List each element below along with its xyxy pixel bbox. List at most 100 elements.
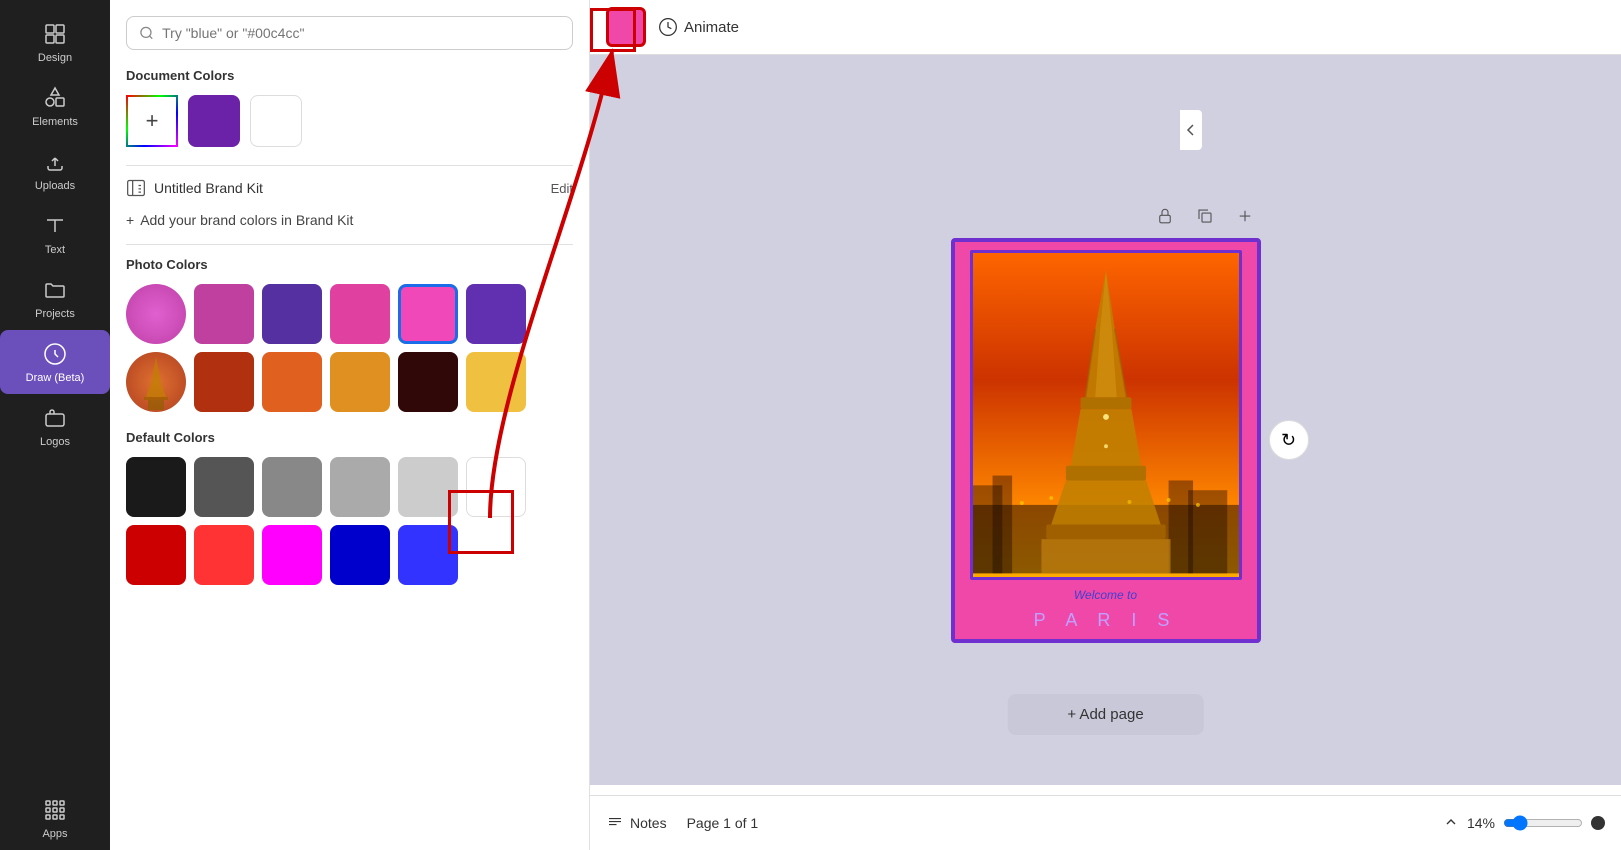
document-colors-title: Document Colors xyxy=(126,68,573,83)
chevron-up-button[interactable] xyxy=(1443,814,1459,833)
sidebar-item-uploads[interactable]: Uploads xyxy=(0,138,110,202)
canvas-area: Welcome to P A R I S ↻ + Add page xyxy=(590,55,1621,785)
sidebar-item-text[interactable]: Text xyxy=(0,202,110,266)
eiffel-mini-icon xyxy=(126,352,186,412)
logos-icon xyxy=(41,404,69,432)
card-city-title: P A R I S xyxy=(1034,610,1178,631)
bottom-bar: Notes Page 1 of 1 14% xyxy=(590,795,1621,850)
brand-kit-edit-button[interactable]: Edit xyxy=(551,181,573,196)
default-colors-grid xyxy=(126,457,573,585)
photo-swatch-11[interactable] xyxy=(398,352,458,412)
sidebar-label-draw: Draw (Beta) xyxy=(26,372,85,384)
photo-swatch-12[interactable] xyxy=(466,352,526,412)
def-swatch-silver[interactable] xyxy=(398,457,458,517)
photo-swatch-2[interactable] xyxy=(194,284,254,344)
divider-1 xyxy=(126,165,573,166)
sidebar-label-projects: Projects xyxy=(35,308,75,320)
photo-swatch-eiffel[interactable] xyxy=(126,352,186,412)
zoom-slider[interactable] xyxy=(1503,815,1583,831)
brand-kit-icon xyxy=(126,178,146,198)
def-swatch-lightblue[interactable] xyxy=(398,525,458,585)
notes-button[interactable]: Notes xyxy=(606,814,667,832)
photo-swatch-3[interactable] xyxy=(262,284,322,344)
def-swatch-blue[interactable] xyxy=(330,525,390,585)
def-swatch-white[interactable] xyxy=(466,457,526,517)
def-swatch-red[interactable] xyxy=(126,525,186,585)
zoom-level: 14% xyxy=(1467,815,1495,831)
design-icon xyxy=(41,20,69,48)
photo-colors-grid xyxy=(126,284,573,412)
zoom-control: 14% xyxy=(1443,814,1605,833)
photo-swatch-5-selected[interactable] xyxy=(398,284,458,344)
document-colors-swatches: + xyxy=(126,95,573,147)
photo-swatch-4[interactable] xyxy=(330,284,390,344)
collapse-panel-button[interactable] xyxy=(1180,110,1202,150)
sidebar-item-apps[interactable]: Apps xyxy=(0,786,110,850)
sidebar-label-text: Text xyxy=(45,244,65,256)
sidebar-label-elements: Elements xyxy=(32,116,78,128)
doc-color-purple[interactable] xyxy=(188,95,240,147)
duplicate-icon xyxy=(1196,207,1214,225)
sidebar-item-logos[interactable]: Logos xyxy=(0,394,110,458)
animate-button[interactable]: Animate xyxy=(658,17,739,37)
lock-icon xyxy=(1156,207,1174,225)
sidebar-item-projects[interactable]: Projects xyxy=(0,266,110,330)
animate-icon xyxy=(658,17,678,37)
add-brand-colors-button[interactable]: + Add your brand colors in Brand Kit xyxy=(126,208,353,232)
def-swatch-lightgray[interactable] xyxy=(330,457,390,517)
add-page-button[interactable]: + Add page xyxy=(1007,694,1203,735)
eiffel-tower-svg xyxy=(973,250,1239,577)
photo-swatch-9[interactable] xyxy=(262,352,322,412)
design-card: Welcome to P A R I S xyxy=(951,238,1261,643)
duplicate-button[interactable] xyxy=(1189,200,1221,232)
doc-color-white[interactable] xyxy=(250,95,302,147)
photo-swatch-1[interactable] xyxy=(126,284,186,344)
add-page-icon xyxy=(1236,207,1254,225)
add-brand-plus-icon: + xyxy=(126,212,134,228)
page-indicator: Page 1 of 1 xyxy=(687,815,759,831)
left-sidebar: Design Elements Uploads Text xyxy=(0,0,110,850)
sidebar-label-design: Design xyxy=(38,52,72,64)
text-icon xyxy=(41,212,69,240)
sidebar-label-uploads: Uploads xyxy=(35,180,75,192)
add-to-page-button[interactable] xyxy=(1229,200,1261,232)
draw-icon xyxy=(41,340,69,368)
search-icon xyxy=(139,25,154,41)
add-brand-label: Add your brand colors in Brand Kit xyxy=(140,212,353,228)
uploads-icon xyxy=(41,148,69,176)
def-swatch-gray[interactable] xyxy=(262,457,322,517)
brand-kit-row: Untitled Brand Kit Edit xyxy=(126,178,573,198)
design-card-container: Welcome to P A R I S ↻ xyxy=(951,238,1261,643)
eiffel-image xyxy=(970,250,1242,580)
animate-label: Animate xyxy=(684,19,739,36)
color-panel: Document Colors + Untitled Brand Kit Edi… xyxy=(110,0,590,850)
refresh-button[interactable]: ↻ xyxy=(1269,420,1309,460)
def-swatch-magenta[interactable] xyxy=(262,525,322,585)
def-swatch-black[interactable] xyxy=(126,457,186,517)
sidebar-label-logos: Logos xyxy=(40,436,70,448)
color-search-bar[interactable] xyxy=(126,16,573,50)
elements-icon xyxy=(41,84,69,112)
notes-icon xyxy=(606,814,624,832)
photo-swatch-8[interactable] xyxy=(194,352,254,412)
def-swatch-darkgray[interactable] xyxy=(194,457,254,517)
sidebar-item-draw[interactable]: Draw (Beta) xyxy=(0,330,110,394)
card-actions xyxy=(1149,200,1261,232)
card-welcome-text: Welcome to xyxy=(1074,588,1137,602)
sidebar-item-design[interactable]: Design xyxy=(0,10,110,74)
add-color-swatch[interactable]: + xyxy=(126,95,178,147)
collapse-icon xyxy=(1186,123,1196,137)
divider-2 xyxy=(126,244,573,245)
color-search-input[interactable] xyxy=(162,25,560,41)
top-bar: Animate xyxy=(590,0,1621,55)
photo-swatch-6[interactable] xyxy=(466,284,526,344)
photo-swatch-10[interactable] xyxy=(330,352,390,412)
sidebar-label-apps: Apps xyxy=(42,828,67,840)
sidebar-item-elements[interactable]: Elements xyxy=(0,74,110,138)
lock-button[interactable] xyxy=(1149,200,1181,232)
def-swatch-lightred[interactable] xyxy=(194,525,254,585)
color-preview-button[interactable] xyxy=(606,7,646,47)
zoom-dot xyxy=(1591,816,1605,830)
projects-icon xyxy=(41,276,69,304)
default-colors-title: Default Colors xyxy=(126,430,573,445)
